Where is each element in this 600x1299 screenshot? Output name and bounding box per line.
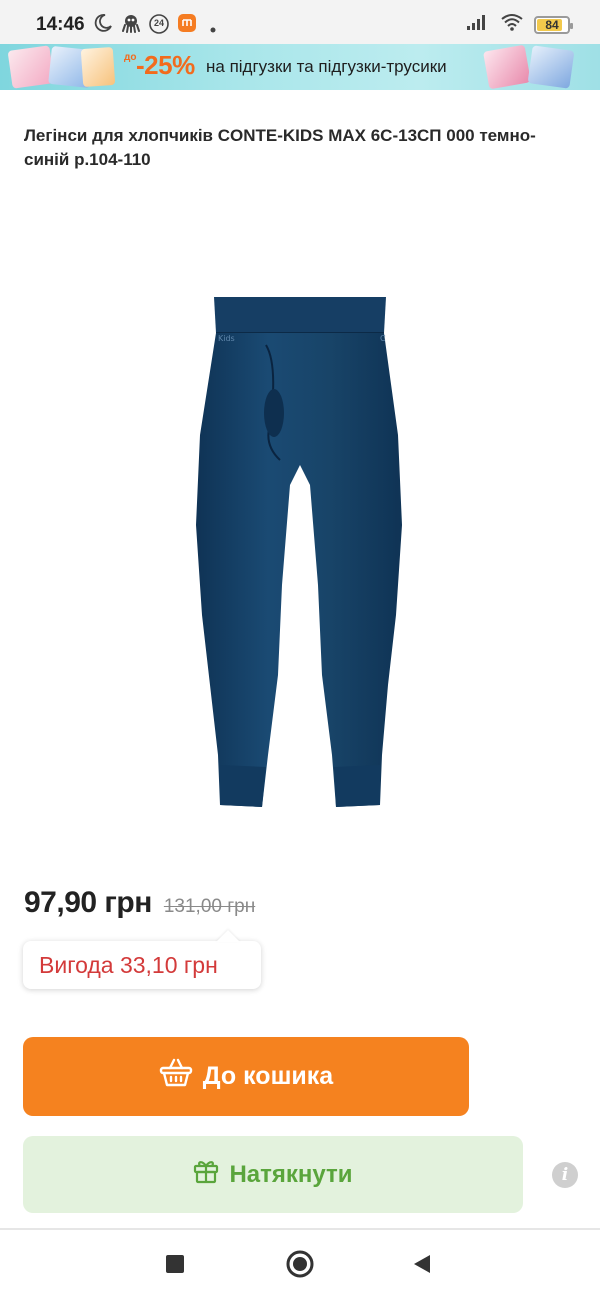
price-old: 131,00 грн	[163, 896, 256, 917]
back-triangle-icon[interactable]	[410, 1252, 434, 1281]
recents-square-icon[interactable]	[165, 1254, 185, 1279]
add-to-cart-button[interactable]: До кошика	[23, 1037, 469, 1116]
diaper-pack-image	[483, 44, 531, 90]
price-row: 97,90 грн 131,00 грн	[24, 886, 255, 920]
promo-prefix: до	[124, 52, 137, 63]
badge-24-icon: 24	[148, 13, 170, 40]
system-nav-bar	[0, 1230, 600, 1299]
promo-banner[interactable]: до -25% на підгузки та підгузки-трусики	[0, 44, 600, 90]
status-time: 14:46	[36, 14, 85, 35]
battery-text: 84	[545, 17, 559, 32]
status-right: 84	[466, 13, 573, 36]
battery-icon: 84	[534, 15, 573, 34]
app-notification-icon	[177, 13, 197, 38]
moon-icon	[93, 13, 113, 38]
promo-discount: -25%	[136, 50, 195, 80]
product-title: Легінси для хлопчиків CONTE-KIDS MAX 6С-…	[24, 126, 536, 169]
badge-24-text: 24	[153, 18, 164, 28]
savings-badge: Вигода 33,10 грн	[23, 941, 261, 989]
basket-icon	[159, 1058, 193, 1095]
diaper-pack-image	[527, 45, 575, 89]
hint-button[interactable]: Натякнути	[23, 1136, 523, 1213]
diaper-pack-image	[80, 46, 116, 88]
wifi-icon	[500, 13, 524, 36]
savings-text: Вигода 33,10 грн	[39, 951, 218, 978]
svg-text:C: C	[380, 334, 386, 343]
add-to-cart-label: До кошика	[202, 1062, 334, 1090]
home-circle-icon[interactable]	[285, 1249, 315, 1284]
price-current: 97,90 грн	[24, 886, 152, 919]
signal-icon	[466, 13, 490, 36]
diaper-pack-image	[7, 45, 55, 89]
savings-caret	[216, 930, 240, 942]
dot-icon	[210, 20, 216, 38]
promo-text: на підгузки та підгузки-трусики	[206, 57, 447, 76]
product-image[interactable]: Kids C	[150, 285, 450, 815]
info-icon[interactable]: i	[552, 1162, 578, 1188]
status-bar: 14:46 24 84	[0, 0, 600, 44]
hint-label: Натякнути	[229, 1160, 353, 1188]
octopus-icon	[120, 13, 142, 40]
gift-icon	[193, 1158, 219, 1191]
svg-text:Kids: Kids	[218, 334, 235, 343]
